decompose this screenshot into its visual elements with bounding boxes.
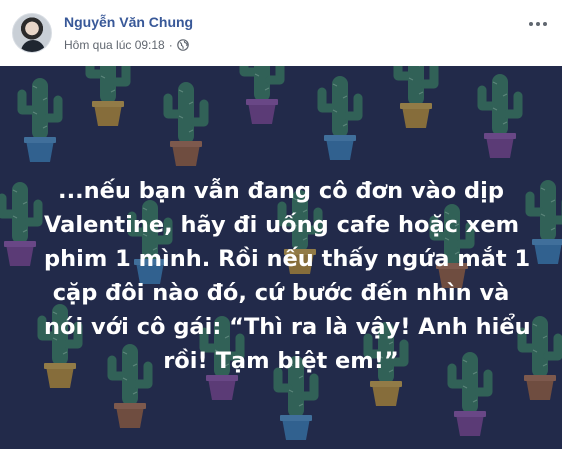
globe-icon[interactable] — [176, 39, 189, 51]
text-line: nói với cô gái: “Thì ra là vậy! Anh hiểu — [44, 314, 531, 340]
post-image-text: ...nếu bạn vẫn đang cô đơn vào dịp Valen… — [44, 174, 531, 378]
post-image[interactable]: ...nếu bạn vẫn đang cô đơn vào dịp Valen… — [0, 66, 562, 449]
post-header: Nguyễn Văn Chung Hôm qua lúc 09:18 · — [0, 0, 562, 66]
post-meta: Hôm qua lúc 09:18 · — [64, 38, 189, 52]
text-line: Valentine, hãy đi uống cafe hoặc xem — [44, 212, 520, 238]
more-options-icon[interactable] — [526, 14, 550, 34]
post-timestamp[interactable]: Hôm qua lúc 09:18 — [64, 38, 165, 52]
meta-separator: · — [168, 38, 173, 52]
text-line: rồi! Tạm biệt em!” — [163, 348, 399, 374]
text-line: ...nếu bạn vẫn đang cô đơn vào dịp — [58, 178, 504, 204]
text-line: cặp đôi nào đó, cứ bước đến nhìn và — [52, 280, 510, 306]
author-avatar[interactable] — [12, 13, 52, 53]
author-name[interactable]: Nguyễn Văn Chung — [64, 14, 193, 30]
text-line: phim 1 mình. Rồi nếu thấy ngứa mắt 1 — [44, 246, 531, 272]
